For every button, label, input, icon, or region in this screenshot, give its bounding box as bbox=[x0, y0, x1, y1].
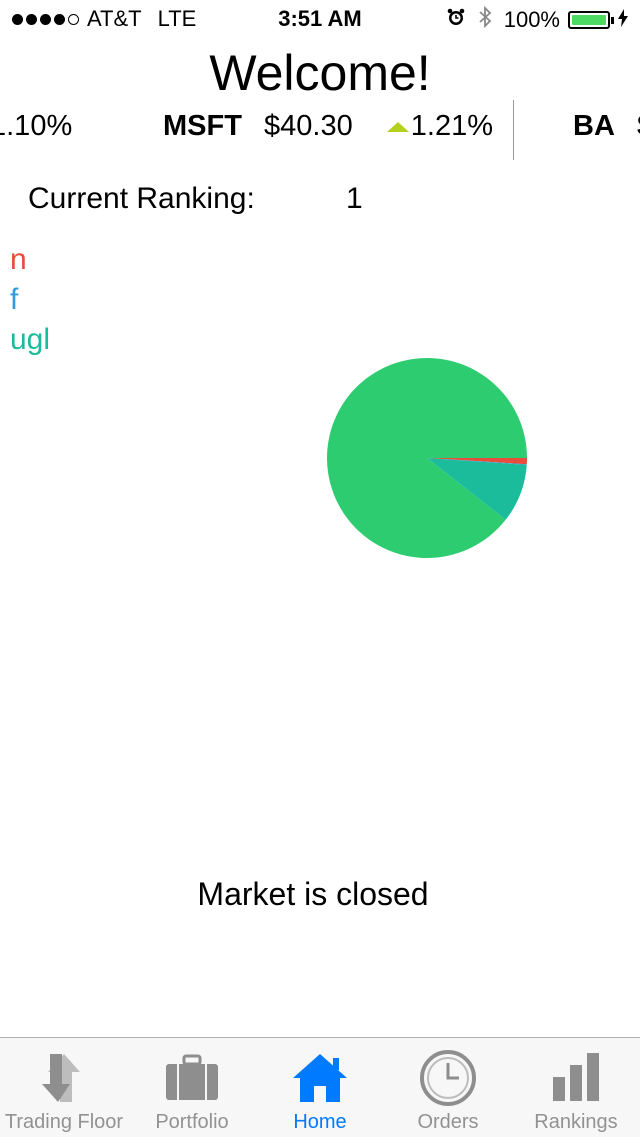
status-bar: AT&T LTE 3:51 AM 100% bbox=[0, 0, 640, 40]
tab-bar: Trading Floor Portfolio Home Orders Rank… bbox=[0, 1037, 640, 1137]
ticker-symbol: BA bbox=[573, 110, 615, 142]
market-status: Market is closed bbox=[197, 876, 429, 912]
chart-legend: n f ugl bbox=[10, 240, 50, 360]
ranking-value: 1 bbox=[346, 182, 363, 215]
ticker-divider bbox=[513, 100, 514, 160]
tab-rankings[interactable]: Rankings bbox=[512, 1038, 640, 1137]
tab-home[interactable]: Home bbox=[256, 1038, 384, 1137]
ticker-change: 1.21% bbox=[410, 110, 493, 142]
ticker-change: 1.10% bbox=[0, 110, 73, 142]
tab-label: Portfolio bbox=[155, 1111, 229, 1133]
bluetooth-icon bbox=[478, 5, 492, 34]
tab-label: Rankings bbox=[534, 1111, 618, 1133]
battery-percent: 100% bbox=[503, 7, 560, 32]
up-arrow-icon bbox=[386, 122, 409, 133]
trading-floor-icon bbox=[0, 1048, 128, 1108]
tab-trading-floor[interactable]: Trading Floor bbox=[0, 1038, 128, 1137]
tab-label: Orders bbox=[417, 1111, 479, 1133]
ticker-symbol: MSFT bbox=[163, 110, 242, 142]
stock-ticker[interactable]: 1.10% MSFT $40.30 1.21% BA $ bbox=[0, 100, 640, 160]
ticker-price: $40.30 bbox=[264, 110, 353, 142]
tab-label: Trading Floor bbox=[4, 1111, 124, 1133]
battery-icon bbox=[568, 11, 610, 29]
tab-orders[interactable]: Orders bbox=[384, 1038, 512, 1137]
ticker-item: 1.10% bbox=[0, 110, 72, 143]
legend-item-ugl: ugl bbox=[10, 323, 51, 356]
portfolio-pie-chart[interactable] bbox=[326, 357, 528, 559]
rankings-icon bbox=[512, 1048, 640, 1108]
legend-item-n: n bbox=[10, 243, 27, 276]
ticker-item-ba: BA $ bbox=[573, 110, 640, 143]
page-title: Welcome! bbox=[209, 45, 431, 101]
legend-item-f: f bbox=[10, 283, 19, 316]
portfolio-icon bbox=[128, 1048, 256, 1108]
home-icon bbox=[256, 1048, 384, 1108]
alarm-icon bbox=[446, 7, 466, 33]
status-right: 100% bbox=[446, 5, 628, 34]
tab-label: Home bbox=[293, 1111, 347, 1133]
ranking-label: Current Ranking: bbox=[28, 182, 255, 215]
pie-slice-slice-3[interactable] bbox=[327, 358, 527, 558]
ticker-item-msft: MSFT $40.30 1.21% bbox=[163, 110, 493, 143]
tab-portfolio[interactable]: Portfolio bbox=[128, 1038, 256, 1137]
clock-icon bbox=[384, 1048, 512, 1108]
charging-icon bbox=[618, 7, 628, 33]
